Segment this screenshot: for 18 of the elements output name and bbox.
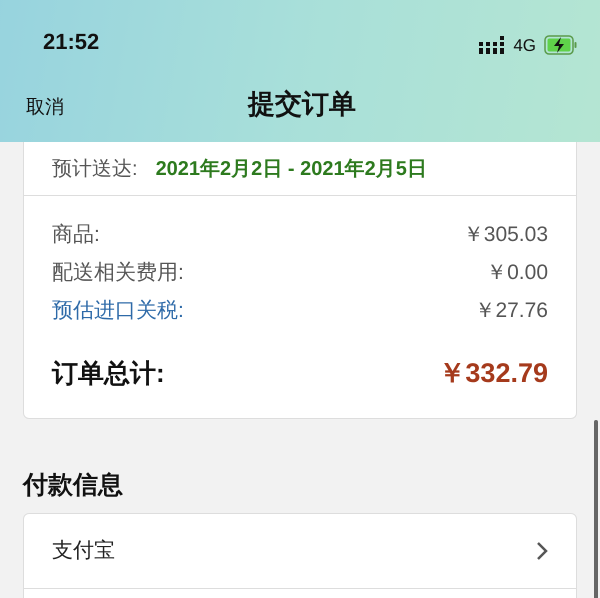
line-item-label: 配送相关费用:	[52, 260, 184, 286]
line-item-label: 商品:	[52, 222, 100, 248]
total-label: 订单总计:	[52, 356, 165, 390]
delivery-label: 预计送达:	[52, 156, 138, 182]
line-item-amount: ￥27.76	[474, 298, 548, 324]
delivery-dates: 2021年2月2日 - 2021年2月5日	[156, 156, 427, 182]
payment-method[interactable]: 支付宝	[52, 534, 115, 566]
signal-icon	[479, 36, 506, 54]
duty-link[interactable]: 预估进口关税:	[52, 295, 184, 327]
line-item-amount: ￥305.03	[462, 222, 548, 248]
page-title: 提交订单	[248, 88, 356, 121]
section-heading: 付款信息	[23, 470, 124, 501]
line-item-amount: ￥0.00	[486, 260, 548, 286]
chevron-right-icon	[536, 540, 548, 560]
network-type: 4G	[513, 34, 536, 56]
cancel-button[interactable]: 取消	[26, 94, 64, 122]
total-amount: ￥332.79	[438, 356, 548, 390]
status-time: 21:52	[43, 28, 100, 56]
